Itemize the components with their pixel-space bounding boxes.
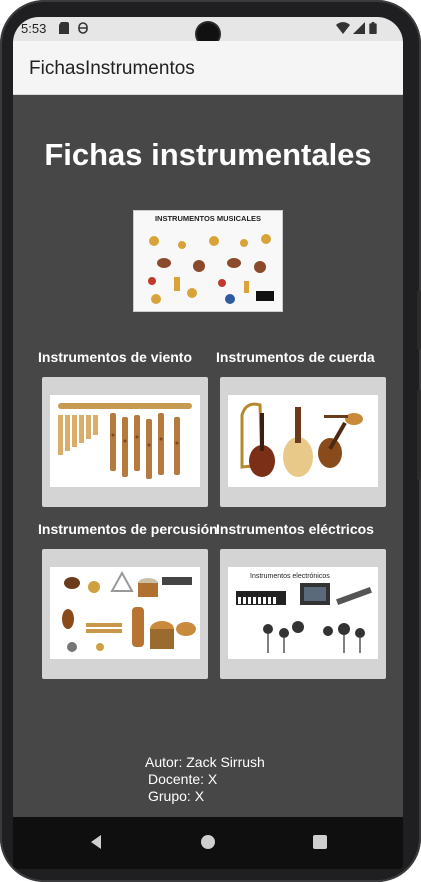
wind-instruments-card[interactable] (42, 377, 208, 507)
electric-instruments-image: Instrumentos electrónicos (228, 567, 378, 659)
group-text: Grupo: X (148, 788, 205, 804)
credits: Autor: Zack Sirrush Docente: X Grupo: X (145, 754, 265, 805)
power-button (417, 390, 421, 480)
phone-frame: 5:53 FichasInstrumentos Fichas instrumen… (0, 0, 421, 882)
electric-instruments-art (236, 583, 372, 653)
percussion-instruments-card[interactable] (42, 549, 208, 679)
wind-instruments-art (58, 403, 192, 479)
percussion-instruments-art (62, 570, 196, 652)
status-time: 5:53 (21, 21, 47, 36)
wifi-icon (336, 22, 350, 34)
battery-icon (369, 22, 377, 34)
instruments-poster-image: INSTRUMENTOS MUSICALES (133, 210, 283, 312)
string-instruments-image (228, 395, 378, 487)
category-label-wind: Instrumentos de viento (38, 349, 193, 365)
page-title: Fichas instrumentales (44, 137, 372, 172)
a11y-icon (78, 22, 88, 34)
back-icon[interactable] (85, 831, 107, 853)
string-instruments-card[interactable] (220, 377, 386, 507)
category-label-electric: Instrumentos eléctricos (216, 521, 374, 537)
screen: 5:53 FichasInstrumentos Fichas instrumen… (13, 17, 403, 869)
poster-art (148, 234, 274, 304)
recents-icon[interactable] (309, 831, 331, 853)
teacher-text: Docente: X (148, 771, 218, 787)
volume-button (417, 290, 421, 350)
main-content: Fichas instrumentales INSTRUMENTOS MUSIC… (13, 95, 403, 815)
sd-card-icon (59, 22, 69, 34)
navigation-bar (13, 817, 403, 869)
author-text: Autor: Zack Sirrush (145, 754, 265, 770)
percussion-instruments-image (50, 567, 200, 659)
wind-instruments-image (50, 395, 200, 487)
electric-instruments-card[interactable]: Instrumentos electrónicos (220, 549, 386, 679)
category-label-percussion: Instrumentos de percusión (38, 521, 218, 537)
category-label-string: Instrumentos de cuerda (216, 349, 375, 365)
home-icon[interactable] (197, 831, 219, 853)
status-bar: 5:53 (13, 17, 403, 45)
signal-icon (353, 22, 365, 34)
string-instruments-art (240, 402, 363, 477)
app-title: FichasInstrumentos (29, 58, 195, 79)
app-bar: FichasInstrumentos (13, 41, 403, 95)
